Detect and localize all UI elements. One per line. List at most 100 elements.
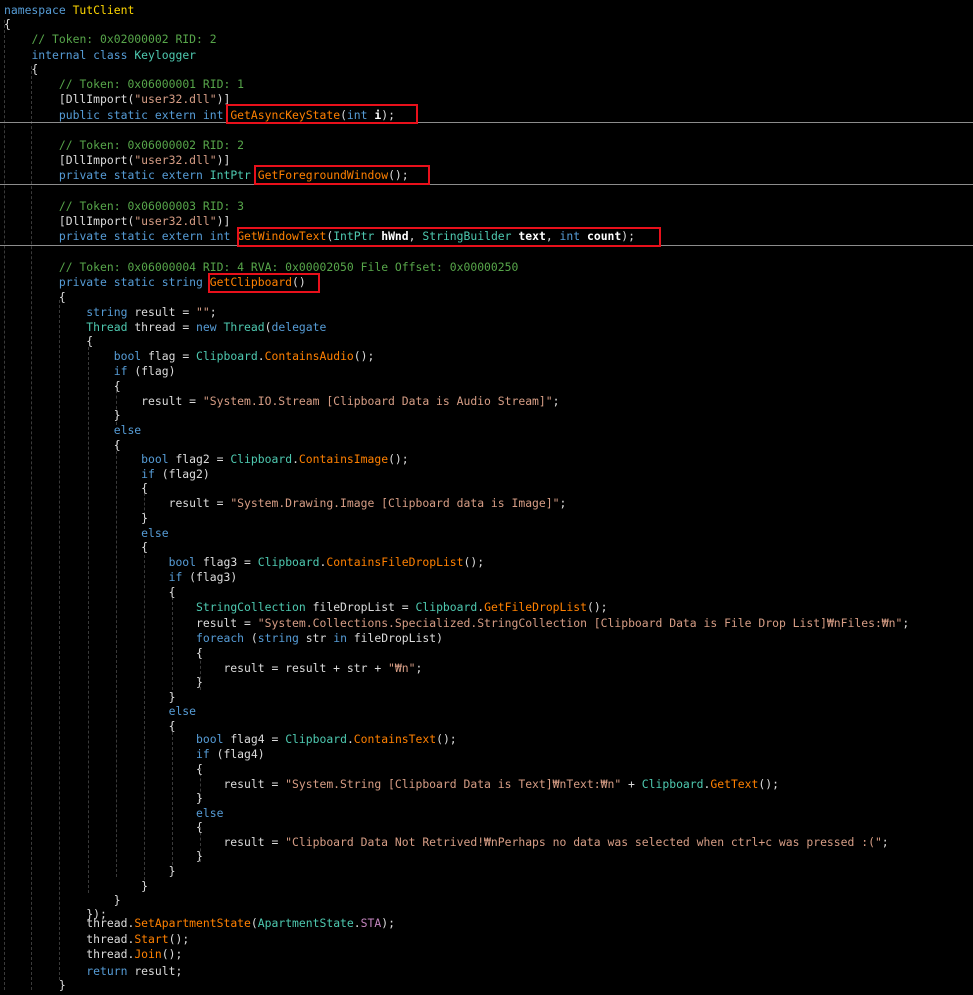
code-token: result =: [134, 305, 197, 319]
code-token: private static extern: [58, 168, 210, 182]
code-token: ContainsImage: [298, 452, 389, 466]
code-token: Start: [134, 932, 169, 946]
code-token: STA: [360, 916, 382, 930]
code-token: {: [4, 540, 149, 554]
code-token: result =: [4, 394, 203, 408]
code-token: bool: [196, 732, 231, 746]
code-token: // Token: 0x06000001 RID: 1: [58, 77, 245, 91]
code-line: result = "System.String [Clipboard Data …: [4, 777, 779, 792]
code-token: {: [4, 379, 121, 393]
code-token: .: [346, 732, 354, 746]
code-token: .: [292, 452, 299, 466]
code-token: {: [4, 762, 203, 776]
code-line: if (flag4): [4, 747, 265, 762]
code-line: [DllImport("user32.dll")]: [4, 214, 230, 229]
code-token: {: [4, 290, 66, 304]
code-line: else: [4, 704, 196, 719]
code-token: {: [4, 820, 203, 834]
code-token: bool: [141, 452, 176, 466]
code-editor[interactable]: namespace TutClient{ // Token: 0x0200000…: [0, 0, 973, 995]
code-line: else: [4, 806, 223, 821]
code-token: IntPtr: [209, 168, 258, 182]
code-line: {: [4, 379, 121, 394]
code-token: "Clipboard Data Not Retrived!₩nPerhaps n…: [285, 835, 882, 849]
code-token: else: [113, 423, 142, 437]
code-token: result;: [134, 964, 183, 978]
code-token: TutClient: [72, 3, 135, 17]
code-token: flag4 =: [230, 732, 286, 746]
code-line: {: [4, 762, 203, 777]
code-token: }: [4, 690, 176, 704]
code-token: ();: [353, 349, 375, 363]
code-token: (flag3): [189, 570, 238, 584]
highlight-getwindowtext: [237, 227, 661, 247]
code-token: {: [4, 585, 176, 599]
code-token: ContainsAudio: [264, 349, 354, 363]
code-token: if: [141, 467, 162, 481]
code-token: }: [4, 675, 203, 689]
code-line: result = "Clipboard Data Not Retrived!₩n…: [4, 835, 888, 850]
code-line: return result;: [4, 964, 182, 979]
code-token: ContainsText: [353, 732, 437, 746]
code-token: (flag2): [161, 467, 210, 481]
code-token: SetApartmentState: [134, 916, 251, 930]
code-token: flag2 =: [175, 452, 231, 466]
code-token: }: [4, 511, 149, 525]
code-token: ;: [902, 616, 910, 630]
code-token: [DllImport(: [4, 92, 135, 106]
code-token: public static extern int: [58, 108, 231, 122]
code-token: }: [4, 978, 66, 992]
code-token: namespace: [4, 3, 73, 17]
code-token: [DllImport(: [4, 214, 135, 228]
code-token: {: [4, 481, 149, 495]
code-line: thread.SetApartmentState(ApartmentState.…: [4, 916, 395, 931]
code-token: {: [4, 62, 39, 76]
code-line: foreach (string str in fileDropList): [4, 631, 443, 646]
code-token: "user32.dll": [134, 92, 217, 106]
code-token: )]: [216, 214, 231, 228]
code-line: {: [4, 820, 203, 835]
code-token: }: [4, 864, 176, 878]
code-token: "System.Drawing.Image [Clipboard data is…: [230, 496, 560, 510]
code-line: [DllImport("user32.dll")]: [4, 153, 230, 168]
code-token: return: [4, 964, 135, 978]
code-token: ();: [463, 555, 485, 569]
code-line: {: [4, 62, 38, 77]
code-token: "user32.dll": [134, 153, 217, 167]
code-token: private static extern int: [58, 229, 238, 243]
code-token: "System.IO.Stream [Clipboard Data is Aud…: [202, 394, 553, 408]
code-line: namespace TutClient: [4, 3, 134, 18]
code-token: (flag4): [216, 747, 265, 761]
code-token: Thread: [223, 320, 265, 334]
code-token: bool: [113, 349, 149, 363]
code-token: if: [168, 570, 190, 584]
code-token: // Token: 0x06000003 RID: 3: [58, 199, 245, 213]
code-token: ;: [415, 661, 423, 675]
code-token: new: [196, 320, 224, 334]
highlight-getclipboard: [208, 273, 320, 293]
code-token: Keylogger: [134, 48, 197, 62]
code-token: }: [4, 791, 203, 805]
code-token: Clipboard: [196, 349, 258, 363]
code-line: {: [4, 585, 176, 600]
code-token: [DllImport(: [4, 153, 135, 167]
code-line: }: [4, 675, 203, 690]
code-line: }: [4, 791, 203, 806]
highlight-getasynckeystate: [226, 104, 418, 124]
code-token: (: [250, 916, 258, 930]
code-token: Clipboard: [257, 555, 320, 569]
code-line: }: [4, 849, 203, 864]
code-line: // Token: 0x06000003 RID: 3: [4, 199, 244, 214]
